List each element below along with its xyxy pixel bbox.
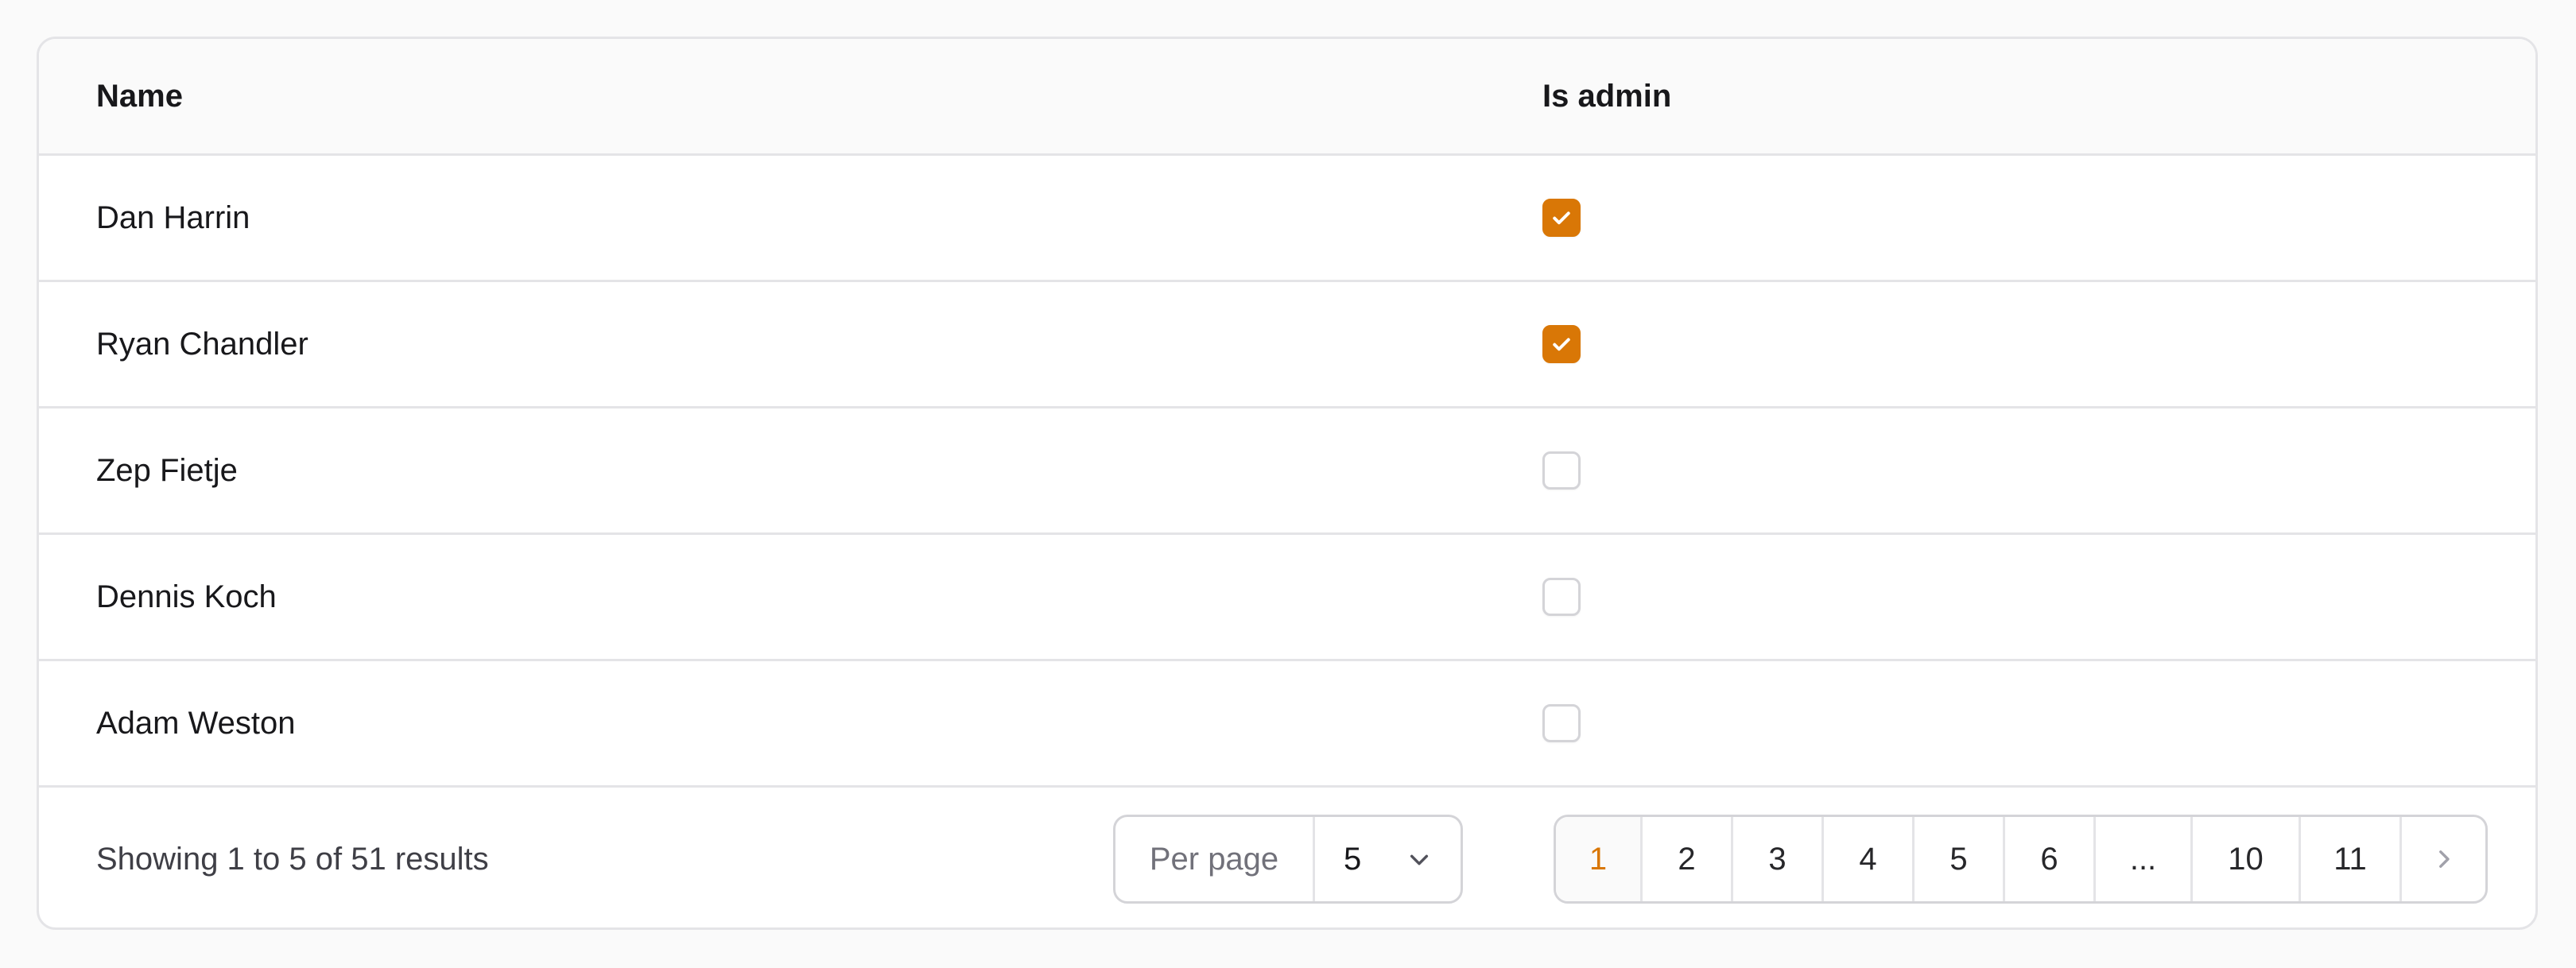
page-button-5[interactable]: 5 xyxy=(1915,817,2005,901)
column-header-is-admin[interactable]: Is admin xyxy=(1542,39,1671,153)
page-button-2[interactable]: 2 xyxy=(1643,817,1733,901)
pagination: 1 2 3 4 5 6 ... 10 11 xyxy=(1554,815,2488,904)
chevron-down-icon xyxy=(1410,854,1429,865)
column-header-name[interactable]: Name xyxy=(96,39,183,153)
per-page-value: 5 xyxy=(1344,841,1362,877)
users-table-card: Name Is admin Dan Harrin Ryan Chandler Z… xyxy=(37,37,2538,930)
next-page-button[interactable] xyxy=(2402,817,2485,901)
per-page-select[interactable]: 5 xyxy=(1315,817,1461,901)
is-admin-checkbox[interactable] xyxy=(1542,199,1581,237)
is-admin-checkbox[interactable] xyxy=(1542,704,1581,742)
table-footer: Showing 1 to 5 of 51 results Per page 5 … xyxy=(39,788,2535,927)
is-admin-checkbox[interactable] xyxy=(1542,578,1581,616)
table-row: Dan Harrin xyxy=(39,156,2535,282)
page-button-3[interactable]: 3 xyxy=(1733,817,1824,901)
per-page-control: Per page 5 xyxy=(1113,815,1463,904)
table-row: Dennis Koch xyxy=(39,535,2535,661)
per-page-label: Per page xyxy=(1115,817,1315,901)
check-icon xyxy=(1553,211,1570,225)
page-button-1[interactable]: 1 xyxy=(1556,817,1643,901)
page-button-11[interactable]: 11 xyxy=(2301,817,2402,901)
table-row: Zep Fietje xyxy=(39,408,2535,535)
table-row: Adam Weston xyxy=(39,661,2535,788)
row-name-cell: Ryan Chandler xyxy=(96,327,308,362)
page-button-10[interactable]: 10 xyxy=(2193,817,2301,901)
chevron-right-icon xyxy=(2438,850,2450,868)
check-icon xyxy=(1553,338,1570,351)
row-name-cell: Dan Harrin xyxy=(96,200,250,235)
pagination-ellipsis: ... xyxy=(2096,817,2193,901)
is-admin-checkbox[interactable] xyxy=(1542,451,1581,490)
is-admin-checkbox[interactable] xyxy=(1542,325,1581,363)
results-summary: Showing 1 to 5 of 51 results xyxy=(96,842,489,877)
row-name-cell: Zep Fietje xyxy=(96,453,238,488)
page-button-6[interactable]: 6 xyxy=(2005,817,2096,901)
row-name-cell: Adam Weston xyxy=(96,706,296,741)
row-name-cell: Dennis Koch xyxy=(96,579,277,614)
table-header: Name Is admin xyxy=(39,39,2535,156)
table-row: Ryan Chandler xyxy=(39,282,2535,408)
page-button-4[interactable]: 4 xyxy=(1824,817,1915,901)
